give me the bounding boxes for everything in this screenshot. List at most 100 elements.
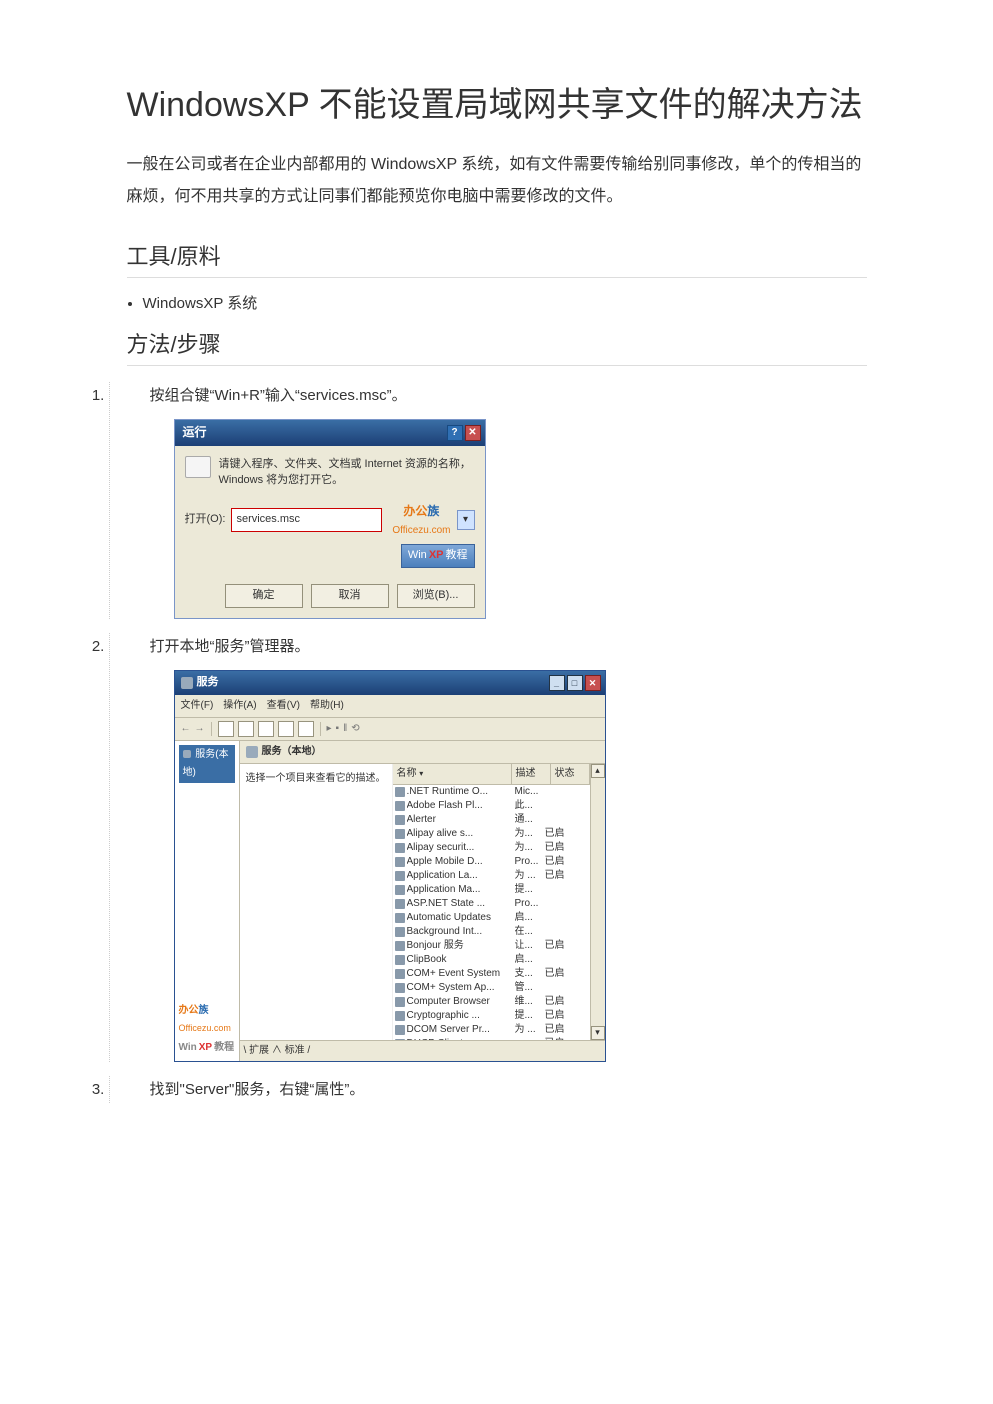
run-title-text: 运行 bbox=[183, 422, 207, 444]
service-status: 已启 bbox=[545, 1009, 575, 1023]
service-name: Application La... bbox=[407, 869, 515, 883]
toolbar-pause-icon[interactable]: ‖ bbox=[343, 720, 347, 738]
service-row[interactable]: Alipay alive s...为...已启 bbox=[393, 827, 590, 841]
services-window: 服务 _ □ ✕ 文件(F) 操作(A) 查看(V) 帮助(H) ← bbox=[174, 670, 606, 1062]
service-name: ASP.NET State ... bbox=[407, 897, 515, 911]
service-status: 已启 bbox=[545, 967, 575, 981]
service-icon bbox=[395, 983, 405, 993]
run-open-input[interactable]: services.msc bbox=[231, 508, 382, 532]
service-name: Bonjour 服务 bbox=[407, 939, 515, 953]
service-icon bbox=[395, 815, 405, 825]
toolbar-stop-icon[interactable]: ▪ bbox=[336, 720, 340, 738]
service-name: Cryptographic ... bbox=[407, 1009, 515, 1023]
browse-button[interactable]: 浏览(B)... bbox=[397, 584, 475, 608]
minimize-icon[interactable]: _ bbox=[549, 675, 565, 691]
service-row[interactable]: Background Int...在... bbox=[393, 925, 590, 939]
vertical-scrollbar[interactable]: ▴ ▾ bbox=[590, 764, 605, 1040]
service-row[interactable]: ASP.NET State ...Pro... bbox=[393, 897, 590, 911]
menu-view[interactable]: 查看(V) bbox=[267, 697, 300, 715]
service-row[interactable]: Apple Mobile D...Pro...已启 bbox=[393, 855, 590, 869]
toolbar-icon[interactable] bbox=[238, 721, 254, 737]
toolbar-icon[interactable] bbox=[218, 721, 234, 737]
service-icon bbox=[395, 829, 405, 839]
service-row[interactable]: Bonjour 服务让...已启 bbox=[393, 939, 590, 953]
service-row[interactable]: Adobe Flash Pl...此... bbox=[393, 799, 590, 813]
cancel-button[interactable]: 取消 bbox=[311, 584, 389, 608]
watermark-domain: Officezu.com bbox=[392, 522, 450, 540]
nav-forward-icon[interactable]: → bbox=[195, 720, 205, 738]
step-1: 按组合键“Win+R”输入“services.msc”。 运行 ? ✕ 请键入程… bbox=[109, 382, 867, 619]
service-row[interactable]: COM+ Event System支...已启 bbox=[393, 967, 590, 981]
scroll-up-icon[interactable]: ▴ bbox=[591, 764, 605, 778]
services-tabs[interactable]: \ 扩展 ∧ 标准 / bbox=[240, 1040, 605, 1061]
menu-action[interactable]: 操作(A) bbox=[223, 697, 256, 715]
service-row[interactable]: Automatic Updates启... bbox=[393, 911, 590, 925]
service-row[interactable]: Computer Browser维...已启 bbox=[393, 995, 590, 1009]
service-row[interactable]: DHCP Client已启 bbox=[393, 1037, 590, 1040]
service-name: ClipBook bbox=[407, 953, 515, 967]
toolbar-play-icon[interactable]: ▸ bbox=[327, 720, 332, 738]
watermark-brand: 办公族 bbox=[403, 504, 439, 518]
service-name: Adobe Flash Pl... bbox=[407, 799, 515, 813]
service-status: 已启 bbox=[545, 1037, 575, 1040]
section-tools-heading: 工具/原料 bbox=[127, 239, 867, 278]
service-row[interactable]: DCOM Server Pr...为 ...已启 bbox=[393, 1023, 590, 1037]
tool-item: WindowsXP 系统 bbox=[143, 292, 867, 313]
step-2-text: 打开本地“服务”管理器。 bbox=[150, 638, 310, 655]
scroll-down-icon[interactable]: ▾ bbox=[591, 1026, 605, 1040]
help-icon[interactable]: ? bbox=[447, 425, 463, 441]
maximize-icon[interactable]: □ bbox=[567, 675, 583, 691]
service-icon bbox=[395, 1011, 405, 1021]
ok-button[interactable]: 确定 bbox=[225, 584, 303, 608]
toolbar-icon[interactable] bbox=[278, 721, 294, 737]
run-program-icon bbox=[185, 456, 211, 478]
step-3: 找到"Server"服务，右键“属性”。 bbox=[109, 1076, 867, 1103]
services-list[interactable]: 名称 ▾ 描述 状态 .NET Runtime O...Mic...Adobe … bbox=[393, 764, 590, 1040]
service-desc: 为 ... bbox=[515, 1023, 545, 1037]
run-open-label: 打开(O): bbox=[185, 510, 226, 530]
page-title: WindowsXP 不能设置局域网共享文件的解决方法 bbox=[127, 80, 867, 131]
service-row[interactable]: COM+ System Ap...管... bbox=[393, 981, 590, 995]
service-icon bbox=[395, 871, 405, 881]
section-steps-heading: 方法/步骤 bbox=[127, 327, 867, 366]
gear-icon bbox=[183, 750, 191, 758]
combo-arrow-icon[interactable]: ▾ bbox=[457, 510, 475, 530]
service-row[interactable]: Alerter通... bbox=[393, 813, 590, 827]
service-desc: 此... bbox=[515, 799, 545, 813]
service-desc: 为... bbox=[515, 827, 545, 841]
col-name[interactable]: 名称 ▾ bbox=[393, 764, 512, 784]
toolbar-icon[interactable] bbox=[258, 721, 274, 737]
service-row[interactable]: Alipay securit...为...已启 bbox=[393, 841, 590, 855]
service-row[interactable]: Application Ma...提... bbox=[393, 883, 590, 897]
nav-back-icon[interactable]: ← bbox=[181, 720, 191, 738]
service-icon bbox=[395, 843, 405, 853]
toolbar-restart-icon[interactable]: ⟲ bbox=[351, 720, 359, 738]
service-desc: 提... bbox=[515, 883, 545, 897]
service-icon bbox=[395, 885, 405, 895]
service-row[interactable]: Cryptographic ...提...已启 bbox=[393, 1009, 590, 1023]
service-row[interactable]: .NET Runtime O...Mic... bbox=[393, 785, 590, 799]
col-status[interactable]: 状态 bbox=[551, 764, 590, 784]
service-name: COM+ System Ap... bbox=[407, 981, 515, 995]
service-name: Application Ma... bbox=[407, 883, 515, 897]
service-name: Background Int... bbox=[407, 925, 515, 939]
service-icon bbox=[395, 969, 405, 979]
service-desc: Pro... bbox=[515, 855, 545, 869]
service-row[interactable]: ClipBook启... bbox=[393, 953, 590, 967]
service-status: 已启 bbox=[545, 827, 575, 841]
toolbar-icon[interactable] bbox=[298, 721, 314, 737]
service-name: COM+ Event System bbox=[407, 967, 515, 981]
menu-help[interactable]: 帮助(H) bbox=[310, 697, 344, 715]
service-row[interactable]: Application La...为 ...已启 bbox=[393, 869, 590, 883]
service-desc: 维... bbox=[515, 995, 545, 1009]
service-desc: 让... bbox=[515, 939, 545, 953]
service-desc: 在... bbox=[515, 925, 545, 939]
menu-file[interactable]: 文件(F) bbox=[181, 697, 214, 715]
col-desc[interactable]: 描述 bbox=[512, 764, 551, 784]
service-desc: 通... bbox=[515, 813, 545, 827]
services-columns: 名称 ▾ 描述 状态 bbox=[393, 764, 590, 785]
tree-node-services-local[interactable]: 服务(本地) bbox=[179, 745, 235, 783]
close-icon[interactable]: ✕ bbox=[585, 675, 601, 691]
close-icon[interactable]: ✕ bbox=[465, 425, 481, 441]
service-name: .NET Runtime O... bbox=[407, 785, 515, 799]
